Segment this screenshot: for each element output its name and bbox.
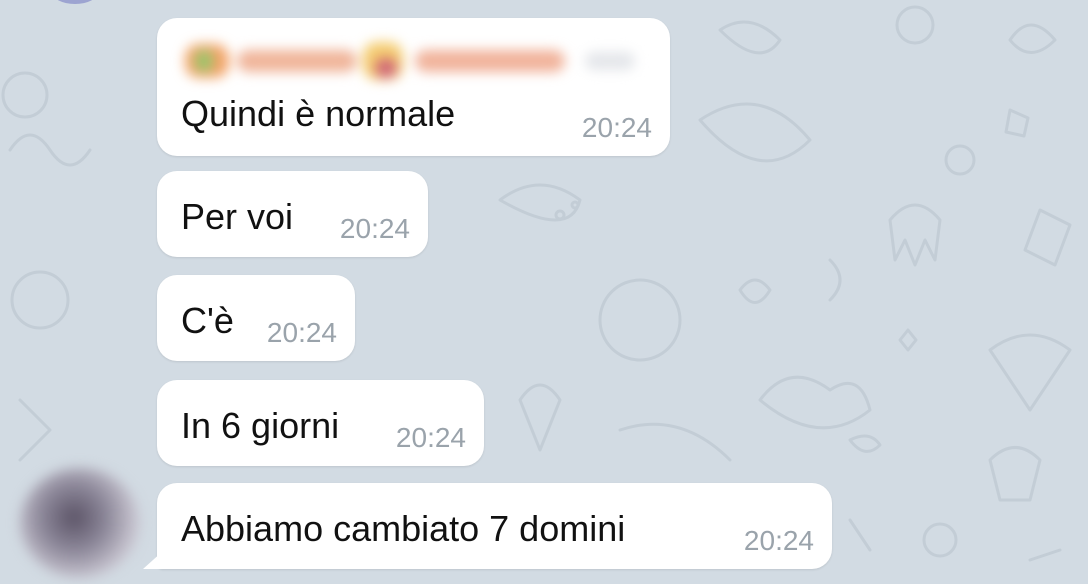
sender-avatar[interactable] <box>20 468 140 578</box>
message-bubble[interactable]: In 6 giorni 20:24 <box>157 380 484 466</box>
message-timestamp: 20:24 <box>743 525 814 556</box>
message-bubble[interactable]: Per voi 20:24 <box>157 171 428 257</box>
message-text: C'è <box>181 300 234 341</box>
message-bubble[interactable]: Quindi è normale 20:24 <box>157 18 670 156</box>
message-timestamp: 20:24 <box>581 112 652 143</box>
reply-preview-blurred[interactable] <box>175 36 665 86</box>
message-timestamp: 20:24 <box>339 213 410 244</box>
message-text: Per voi <box>181 196 294 237</box>
message-bubble[interactable]: Abbiamo cambiato 7 domini 20:24 <box>143 483 832 569</box>
message-timestamp: 20:24 <box>266 317 337 348</box>
message-text: Abbiamo cambiato 7 domini <box>181 508 626 549</box>
message-timestamp: 20:24 <box>395 422 466 453</box>
message-text: In 6 giorni <box>181 405 340 446</box>
message-text: Quindi è normale <box>181 93 456 134</box>
message-bubble[interactable]: C'è 20:24 <box>157 275 355 361</box>
